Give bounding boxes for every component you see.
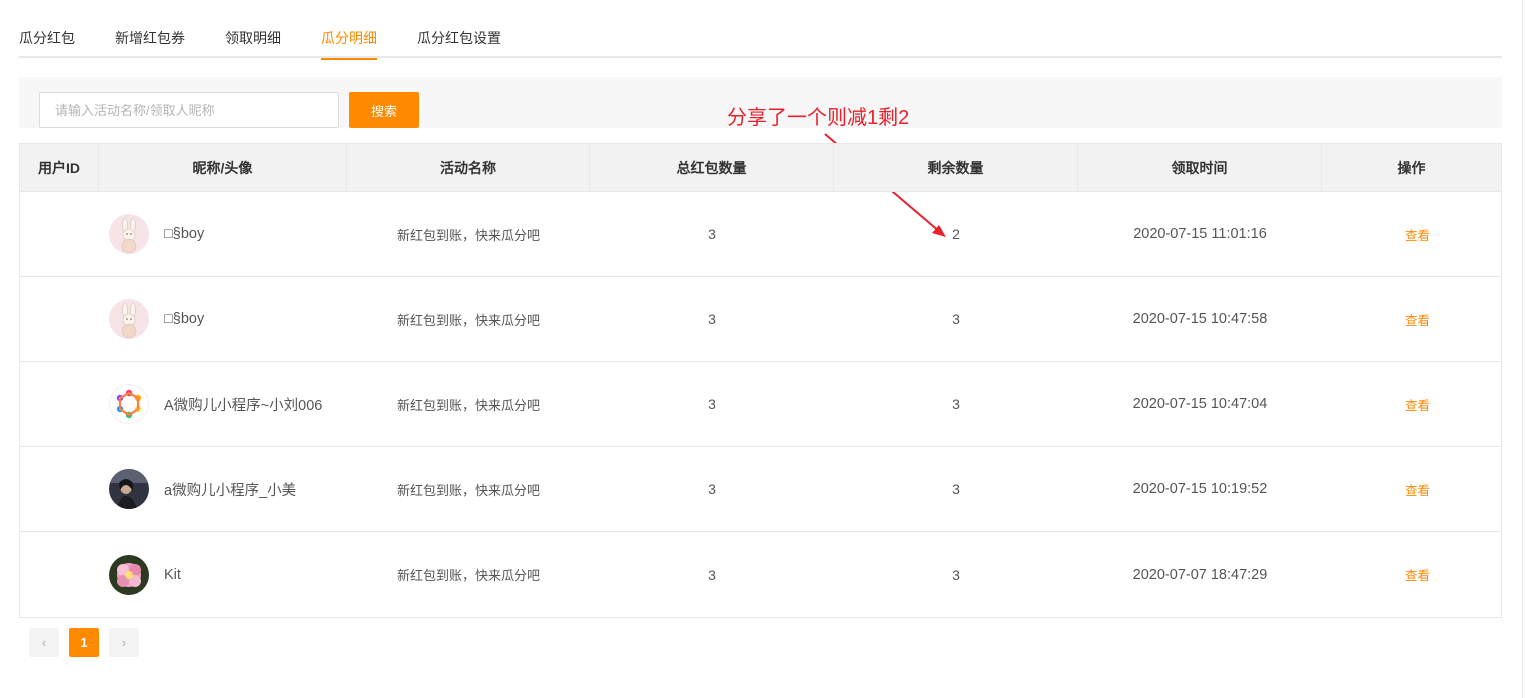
column-header-remaining: 剩余数量 — [834, 144, 1078, 191]
table-header: 用户ID 昵称/头像 活动名称 总红包数量 剩余数量 领取时间 操作 — [20, 144, 1501, 192]
remaining-cell: 3 — [952, 311, 960, 327]
nickname-text: □§boy — [164, 226, 205, 242]
tab-split-settings[interactable]: 瓜分红包设置 — [417, 30, 501, 58]
column-header-user-id: 用户ID — [20, 144, 99, 191]
column-header-time: 领取时间 — [1078, 144, 1322, 191]
split-details-table: 用户ID 昵称/头像 活动名称 总红包数量 剩余数量 领取时间 操作 □§boy… — [19, 143, 1502, 618]
nickname-cell: □§boy — [99, 192, 347, 276]
nickname-cell: a微购儿小程序_小美 — [99, 447, 347, 531]
remaining-cell: 3 — [952, 396, 960, 412]
activity-cell: 新红包到账，快来瓜分吧 — [396, 227, 540, 243]
user-id-cell — [20, 362, 99, 446]
total-cell: 3 — [708, 226, 716, 242]
time-cell: 2020-07-15 10:47:58 — [1132, 311, 1268, 327]
tab-add-coupon[interactable]: 新增红包券 — [115, 30, 185, 58]
action-cell: 查看 — [1322, 447, 1501, 531]
tab-claim-details[interactable]: 领取明细 — [225, 30, 281, 58]
column-header-nickname: 昵称/头像 — [99, 144, 347, 191]
view-link[interactable]: 查看 — [1405, 395, 1430, 414]
tab-split-details[interactable]: 瓜分明细 — [321, 30, 377, 60]
total-cell: 3 — [708, 311, 716, 327]
portrait-avatar — [109, 469, 149, 509]
view-link[interactable]: 查看 — [1405, 565, 1430, 584]
tab-bar: 瓜分红包 新增红包券 领取明细 瓜分明细 瓜分红包设置 — [19, 18, 1502, 60]
nickname-cell: A微购儿小程序~小刘006 — [99, 362, 347, 446]
window-right-border — [1522, 0, 1523, 698]
time-cell: 2020-07-15 10:19:52 — [1132, 481, 1268, 497]
user-id-cell — [20, 277, 99, 361]
nickname-cell: Kit — [99, 532, 347, 617]
time-cell: 2020-07-15 10:47:04 — [1132, 396, 1268, 412]
activity-cell: 新红包到账，快来瓜分吧 — [396, 397, 540, 413]
action-cell: 查看 — [1322, 532, 1501, 617]
nickname-text: a微购儿小程序_小美 — [164, 482, 297, 499]
time-cell: 2020-07-15 11:01:16 — [1133, 226, 1267, 242]
table-row: A微购儿小程序~小刘006 新红包到账，快来瓜分吧 3 3 2020-07-15… — [20, 362, 1501, 447]
table-row: □§boy 新红包到账，快来瓜分吧 3 3 2020-07-15 10:47:5… — [20, 277, 1501, 362]
action-cell: 查看 — [1322, 192, 1501, 276]
activity-cell: 新红包到账，快来瓜分吧 — [396, 568, 540, 583]
user-id-cell — [20, 447, 99, 531]
nickname-text: A微购儿小程序~小刘006 — [164, 397, 323, 414]
column-header-total: 总红包数量 — [590, 144, 834, 191]
user-id-cell — [20, 532, 99, 617]
bunny-avatar — [109, 214, 149, 254]
next-page-button[interactable]: › — [109, 628, 139, 657]
total-cell: 3 — [708, 396, 716, 412]
colorful-logo-avatar — [109, 384, 149, 424]
prev-page-button[interactable]: ‹ — [29, 628, 59, 657]
nickname-text: □§boy — [164, 311, 205, 327]
activity-cell: 新红包到账，快来瓜分吧 — [396, 482, 540, 498]
time-cell: 2020-07-07 18:47:29 — [1132, 566, 1268, 583]
column-header-action: 操作 — [1397, 159, 1426, 176]
total-cell: 3 — [708, 566, 716, 583]
activity-cell: 新红包到账，快来瓜分吧 — [396, 312, 540, 328]
tab-split-redpacket[interactable]: 瓜分红包 — [19, 30, 75, 58]
annotation-text: 分享了一个则减1剩2 — [727, 107, 910, 129]
total-cell: 3 — [708, 481, 716, 497]
bunny-avatar — [109, 299, 149, 339]
flower-avatar — [109, 554, 149, 595]
column-header-activity: 活动名称 — [347, 144, 590, 191]
view-link[interactable]: 查看 — [1405, 480, 1430, 499]
page-number-button[interactable]: 1 — [69, 628, 99, 657]
table-row: a微购儿小程序_小美 新红包到账，快来瓜分吧 3 3 2020-07-15 10… — [20, 447, 1501, 532]
view-link[interactable]: 查看 — [1405, 310, 1430, 329]
action-cell: 查看 — [1322, 277, 1501, 361]
remaining-cell: 3 — [952, 481, 960, 497]
user-id-cell — [20, 192, 99, 276]
action-cell: 查看 — [1322, 362, 1501, 446]
table-row: □§boy 新红包到账，快来瓜分吧 3 2 2020-07-15 11:01:1… — [20, 192, 1501, 277]
nickname-text: Kit — [164, 566, 181, 583]
search-button[interactable]: 搜索 — [349, 92, 419, 128]
pagination: ‹ 1 › — [29, 628, 139, 657]
remaining-cell: 2 — [952, 226, 960, 242]
nickname-cell: □§boy — [99, 277, 347, 361]
remaining-cell: 3 — [952, 566, 960, 583]
search-input[interactable] — [39, 92, 339, 128]
view-link[interactable]: 查看 — [1405, 225, 1430, 244]
table-row: Kit 新红包到账，快来瓜分吧 3 3 2020-07-07 18:47:29 … — [20, 532, 1501, 617]
